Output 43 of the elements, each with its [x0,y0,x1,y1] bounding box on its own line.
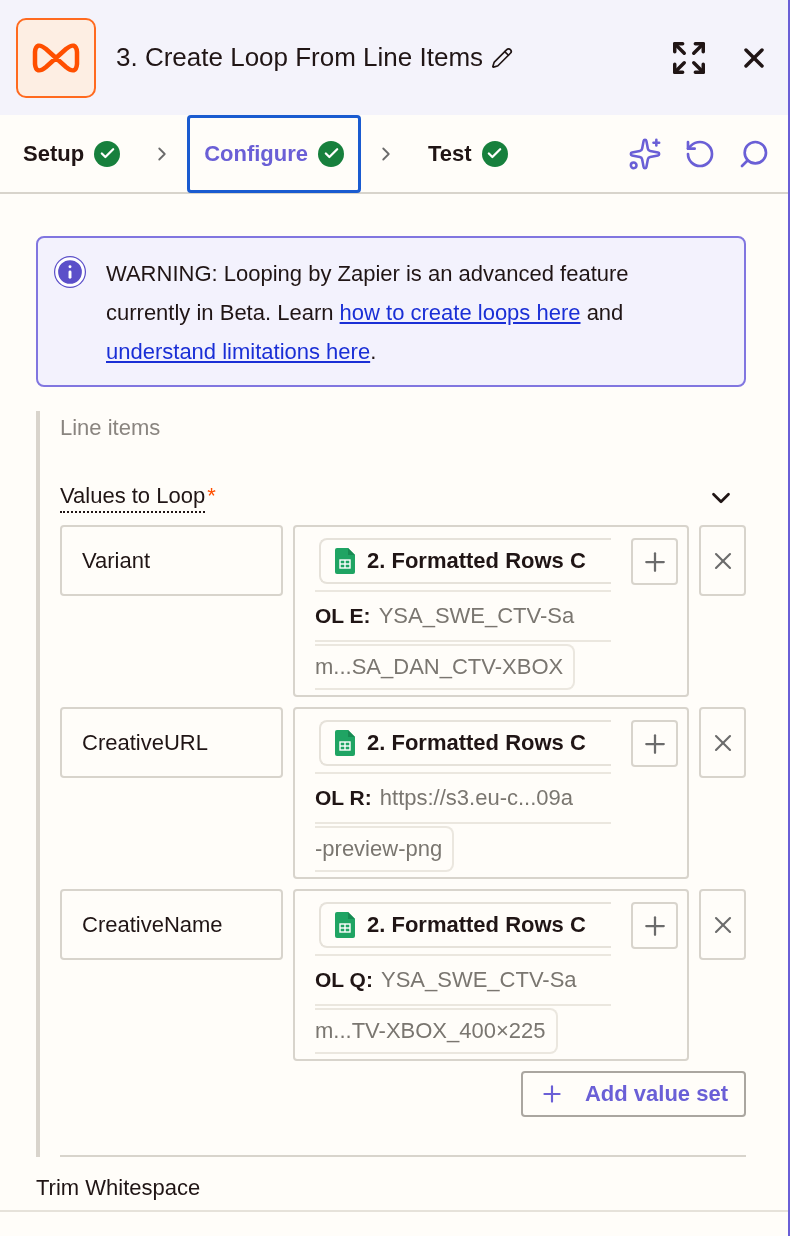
remove-button[interactable] [699,707,746,778]
help-link[interactable]: how to create loops here [339,300,581,325]
column-value: https://s3.eu-c...09a [379,785,573,811]
key-field[interactable]: CreativeURL [60,707,283,778]
key-field[interactable]: CreativeName [60,889,283,960]
info-icon [54,256,86,288]
sparkle-icon[interactable] [628,136,662,171]
step-title: 3. Create Loop From Line Items [116,42,484,73]
key-field[interactable]: Variant [60,525,283,596]
warning-text: WARNING: Looping by Zapier is an advanced feature currently in Beta. Learn how to create loops here and understand limitations here. [106,260,630,366]
step-tab[interactable]: Configure [187,114,361,193]
field-label: Values to Loop [60,483,206,513]
value-field[interactable]: 2. Formatted Rows C OL E: YSA_SWE_CTV-Sa m...SA_DAN_CTV-XBOX [293,525,689,697]
add-value-set-button[interactable]: Add value set [520,1071,746,1117]
value-field[interactable]: 2. Formatted Rows C OL R: https://s3.eu-c...09a -preview-png [293,707,689,879]
required-mark: * [207,483,216,509]
remove-button[interactable] [699,889,746,960]
section-title: Line items [60,415,162,442]
spreadsheet-icon [335,730,355,756]
step-tab[interactable]: Setup [6,114,138,193]
value-chip: m...TV-XBOX_400×225 [315,1008,558,1054]
spreadsheet-icon [335,912,355,938]
source-name: 2. Formatted Rows C [367,548,586,574]
spreadsheet-icon [335,548,355,574]
insert-button[interactable] [631,902,678,949]
edit-icon[interactable] [491,46,514,69]
column-label: OL E: [315,604,371,628]
remove-button[interactable] [699,525,746,596]
loop-logo-icon [30,41,82,74]
insert-button[interactable] [631,720,678,767]
field-label: Trim Whitespace [36,1175,202,1201]
column-value: YSA_SWE_CTV-Sa [378,603,575,629]
value-chip: -preview-png [315,826,455,872]
column-value: YSA_SWE_CTV-Sa [380,967,577,993]
column-label: OL Q: [315,968,373,992]
step-tab[interactable]: Test [411,114,525,193]
source-name: 2. Formatted Rows C [367,912,586,938]
value-field[interactable]: 2. Formatted Rows C OL Q: YSA_SWE_CTV-Sa m...TV-XBOX_400×225 [293,889,689,1061]
insert-button[interactable] [631,538,678,585]
value-chip: m...SA_DAN_CTV-XBOX [315,644,576,690]
help-link[interactable]: understand limitations here [106,339,371,364]
column-label: OL R: [315,786,372,810]
source-name: 2. Formatted Rows C [367,730,586,756]
